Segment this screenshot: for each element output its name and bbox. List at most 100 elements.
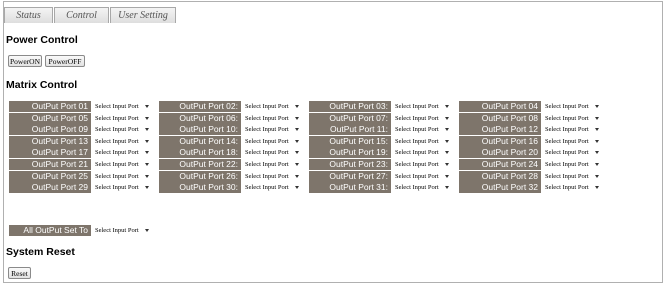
select-text: Select Input Port xyxy=(545,184,589,192)
power-off-button[interactable]: PowerOFF xyxy=(45,55,85,67)
output-port-label: OutPut Port 12 xyxy=(459,124,541,136)
tab-status[interactable]: Status xyxy=(4,7,53,23)
select-text: Select Input Port xyxy=(245,114,289,122)
input-port-select[interactable]: Select Input Port xyxy=(94,112,150,124)
output-port-label: OutPut Port 21 xyxy=(9,159,91,170)
chevron-down-icon xyxy=(145,128,149,132)
input-port-select[interactable]: Select Input Port xyxy=(244,135,300,147)
input-port-select[interactable]: Select Input Port xyxy=(544,112,600,124)
all-output-select[interactable]: Select Input Port xyxy=(94,225,150,236)
output-port-label: OutPut Port 28 xyxy=(459,170,541,182)
chevron-down-icon xyxy=(295,139,299,143)
output-port-label: OutPut Port 06: xyxy=(159,112,241,124)
chevron-down-icon xyxy=(145,105,149,108)
input-port-select[interactable]: Select Input Port xyxy=(394,124,450,136)
chevron-down-icon xyxy=(595,105,599,108)
input-port-select[interactable]: Select Input Port xyxy=(544,135,600,147)
output-port-label: OutPut Port 29 xyxy=(9,182,91,194)
input-port-select[interactable]: Select Input Port xyxy=(244,147,300,159)
chevron-down-icon xyxy=(145,174,149,178)
input-port-select[interactable]: Select Input Port xyxy=(394,170,450,182)
output-port-label: OutPut Port 22: xyxy=(159,159,241,170)
input-port-select[interactable]: Select Input Port xyxy=(94,124,150,136)
input-port-select[interactable]: Select Input Port xyxy=(244,170,300,182)
input-port-select[interactable]: Select Input Port xyxy=(94,147,150,159)
matrix-control-heading: Matrix Control xyxy=(6,79,78,91)
input-port-select[interactable]: Select Input Port xyxy=(244,159,300,170)
chevron-down-icon xyxy=(145,163,149,166)
chevron-down-icon xyxy=(445,186,449,190)
power-on-button[interactable]: PowerON xyxy=(8,55,42,67)
chevron-down-icon xyxy=(145,151,149,155)
input-port-select[interactable]: Select Input Port xyxy=(244,101,300,112)
input-port-select[interactable]: Select Input Port xyxy=(94,135,150,147)
select-text: Select Input Port xyxy=(545,137,589,145)
input-port-select[interactable]: Select Input Port xyxy=(544,101,600,112)
select-text: Select Input Port xyxy=(95,114,139,122)
input-port-select[interactable]: Select Input Port xyxy=(94,182,150,194)
chevron-down-icon xyxy=(145,139,149,143)
select-text: Select Input Port xyxy=(245,149,289,157)
input-port-select[interactable]: Select Input Port xyxy=(94,101,150,112)
input-port-select[interactable]: Select Input Port xyxy=(244,124,300,136)
chevron-down-icon xyxy=(445,163,449,166)
input-port-select[interactable]: Select Input Port xyxy=(394,135,450,147)
output-port-label: OutPut Port 20 xyxy=(459,147,541,159)
input-port-select[interactable]: Select Input Port xyxy=(394,112,450,124)
reset-button[interactable]: Reset xyxy=(8,267,31,279)
select-text: Select Input Port xyxy=(395,172,439,180)
input-port-select[interactable]: Select Input Port xyxy=(394,147,450,159)
output-port-label: OutPut Port 26: xyxy=(159,170,241,182)
input-port-select[interactable]: Select Input Port xyxy=(544,159,600,170)
select-text: Select Input Port xyxy=(245,137,289,145)
input-port-select[interactable]: Select Input Port xyxy=(244,182,300,194)
output-port-label: OutPut Port 24 xyxy=(459,159,541,170)
chevron-down-icon xyxy=(145,186,149,190)
select-text: Select Input Port xyxy=(245,126,289,134)
output-port-label: OutPut Port 25 xyxy=(9,170,91,182)
chevron-down-icon xyxy=(595,174,599,178)
select-text: Select Input Port xyxy=(95,172,139,180)
select-text: Select Input Port xyxy=(95,227,139,234)
select-text: Select Input Port xyxy=(395,184,439,192)
select-text: Select Input Port xyxy=(395,103,439,110)
select-text: Select Input Port xyxy=(395,126,439,134)
chevron-down-icon xyxy=(295,116,299,120)
input-port-select[interactable]: Select Input Port xyxy=(544,147,600,159)
chevron-down-icon xyxy=(295,163,299,166)
select-text: Select Input Port xyxy=(545,149,589,157)
output-port-label: OutPut Port 03: xyxy=(309,101,391,112)
input-port-select[interactable]: Select Input Port xyxy=(94,159,150,170)
select-text: Select Input Port xyxy=(545,161,589,168)
chevron-down-icon xyxy=(595,139,599,143)
output-port-label: OutPut Port 01 xyxy=(9,101,91,112)
select-text: Select Input Port xyxy=(95,137,139,145)
input-port-select[interactable]: Select Input Port xyxy=(394,101,450,112)
select-text: Select Input Port xyxy=(95,103,139,110)
chevron-down-icon xyxy=(295,174,299,178)
select-text: Select Input Port xyxy=(545,172,589,180)
chevron-down-icon xyxy=(145,229,149,232)
select-text: Select Input Port xyxy=(545,103,589,110)
input-port-select[interactable]: Select Input Port xyxy=(394,159,450,170)
input-port-select[interactable]: Select Input Port xyxy=(244,112,300,124)
tab-user-setting[interactable]: User Setting xyxy=(110,7,176,23)
select-text: Select Input Port xyxy=(245,103,289,110)
chevron-down-icon xyxy=(595,116,599,120)
select-text: Select Input Port xyxy=(395,137,439,145)
output-port-label: OutPut Port 11: xyxy=(309,124,391,136)
chevron-down-icon xyxy=(595,163,599,166)
input-port-select[interactable]: Select Input Port xyxy=(544,170,600,182)
input-port-select[interactable]: Select Input Port xyxy=(394,182,450,194)
input-port-select[interactable]: Select Input Port xyxy=(94,170,150,182)
chevron-down-icon xyxy=(145,116,149,120)
chevron-down-icon xyxy=(295,105,299,108)
all-output-label: All OutPut Set To xyxy=(9,225,91,236)
system-reset-heading: System Reset xyxy=(6,246,75,258)
input-port-select[interactable]: Select Input Port xyxy=(544,124,600,136)
chevron-down-icon xyxy=(445,128,449,132)
output-port-label: OutPut Port 04 xyxy=(459,101,541,112)
input-port-select[interactable]: Select Input Port xyxy=(544,182,600,194)
output-port-label: OutPut Port 16 xyxy=(459,135,541,147)
tab-control[interactable]: Control xyxy=(54,7,109,23)
